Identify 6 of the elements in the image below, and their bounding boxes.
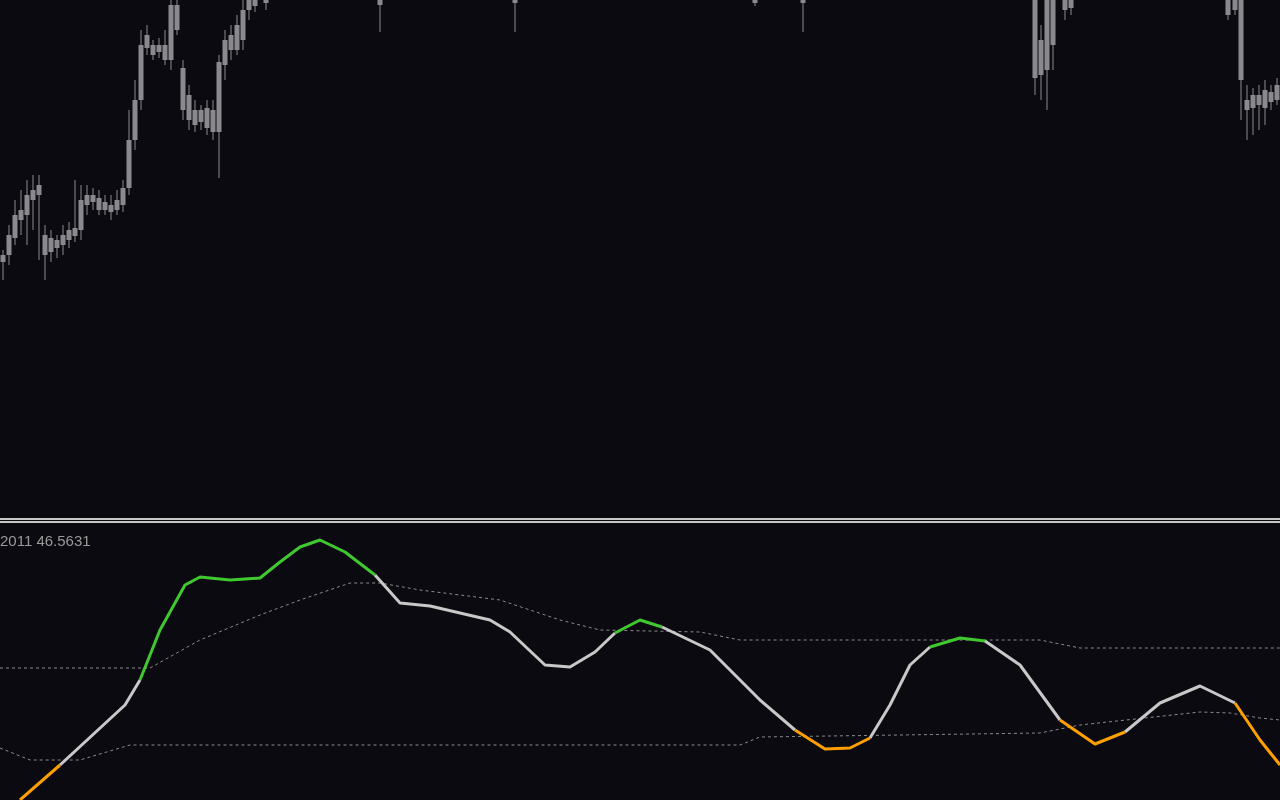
indicator-label: 2011 46.5631 — [0, 532, 91, 550]
candle — [263, 0, 269, 11]
candle — [512, 0, 518, 33]
candle — [800, 0, 806, 33]
candle — [377, 0, 383, 33]
candle — [752, 0, 758, 7]
